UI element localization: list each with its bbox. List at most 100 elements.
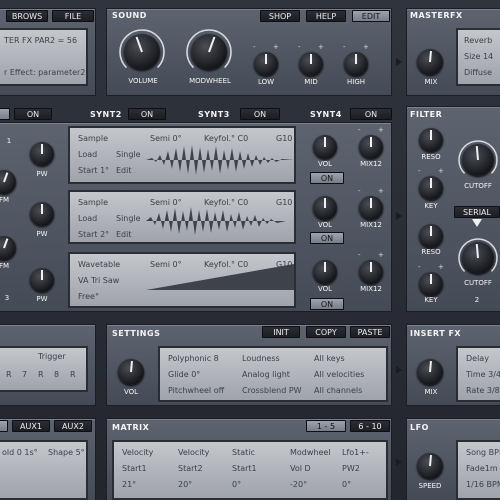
osc3-keyfol[interactable]: Keyfol.° C0 (204, 260, 248, 269)
high-knob-label: HIGH (346, 78, 366, 86)
synt1-tab[interactable] (0, 108, 10, 120)
osc1-keyfol[interactable]: Keyfol.° C0 (204, 134, 248, 143)
insertfx-mix-knob[interactable] (417, 359, 443, 385)
cutoff1-knob-label: CUTOFF (464, 182, 492, 190)
cutoff2-knob[interactable] (462, 242, 494, 274)
aux0-tab[interactable] (0, 420, 8, 432)
vol3-knob[interactable] (313, 196, 337, 220)
low-knob[interactable] (254, 52, 278, 76)
matrix-cell-0-0[interactable]: Velocity (122, 448, 153, 457)
osc1-range[interactable]: G10 (276, 134, 292, 143)
osc2-semi[interactable]: Semi 0° (150, 198, 182, 207)
osc2-edit[interactable]: Edit (116, 230, 132, 239)
matrix-cell-0-2[interactable]: 21° (122, 480, 136, 489)
matrix-cell-2-2[interactable]: 0° (232, 480, 241, 489)
mix12-4-knob[interactable] (359, 260, 383, 284)
modwheel-knob[interactable] (191, 34, 227, 70)
osc3-load[interactable]: VA Tri Saw (78, 276, 119, 285)
matrix-cell-2-0[interactable]: Static (232, 448, 255, 457)
key1-knob[interactable] (419, 176, 443, 200)
key2-knob-indicator (430, 274, 432, 284)
vol2-knob[interactable] (313, 135, 337, 159)
low-knob-plus-label: + (273, 43, 279, 51)
pw2-knob-indicator (41, 204, 43, 214)
synt1-on-button[interactable]: ON (14, 108, 52, 120)
osc2-start[interactable]: Start 2° (78, 230, 109, 239)
high-knob-indicator (355, 54, 357, 64)
osc1-type[interactable]: Sample (78, 134, 108, 143)
reso1-knob[interactable] (419, 128, 443, 152)
matrix-cell-0-1[interactable]: Start1 (122, 464, 147, 473)
pw1-knob[interactable] (30, 142, 54, 166)
osc2-type[interactable]: Sample (78, 198, 108, 207)
file-button[interactable]: FILE (52, 10, 94, 22)
matrix-cell-4-1[interactable]: PW2 (342, 464, 360, 473)
osc4-on-button[interactable]: ON (310, 298, 344, 310)
matrix-page-6-10[interactable]: 6 - 10 (350, 420, 390, 432)
matrix-cell-1-1[interactable]: Start2 (178, 464, 203, 473)
mix12-3-knob-minus-label: - (358, 187, 361, 195)
mix12-2-knob[interactable] (359, 135, 383, 159)
osc2-on-button[interactable]: ON (310, 172, 344, 184)
reso2-knob[interactable] (419, 224, 443, 248)
cutoff1-knob-indicator (475, 145, 479, 161)
paste-button[interactable]: PASTE (350, 326, 390, 338)
lfo-speed-knob[interactable] (417, 453, 443, 479)
pw2-knob[interactable] (30, 202, 54, 226)
aux1-button[interactable]: AUX1 (12, 420, 50, 432)
synt4-on-button[interactable]: ON (350, 108, 392, 120)
osc1-start[interactable]: Start 1° (78, 166, 109, 175)
mix12-3-knob[interactable] (359, 196, 383, 220)
volume-knob[interactable] (124, 34, 160, 70)
matrix-cell-2-1[interactable]: Start1 (232, 464, 257, 473)
synt2-on-button[interactable]: ON (128, 108, 166, 120)
matrix-cell-1-2[interactable]: 20° (178, 480, 192, 489)
edit-button[interactable]: EDIT (352, 10, 390, 22)
shop-button[interactable]: SHOP (260, 10, 300, 22)
osc3-type[interactable]: Wavetable (78, 260, 120, 269)
mix12-2-knob-label: MIX12 (360, 160, 382, 168)
aux2-button[interactable]: AUX2 (54, 420, 92, 432)
osc2-mode[interactable]: Single (116, 214, 141, 223)
settings-vol-knob[interactable] (118, 359, 144, 385)
copy-button[interactable]: COPY (306, 326, 346, 338)
key1-knob-indicator (430, 178, 432, 188)
masterfx-mix-knob[interactable] (417, 49, 443, 75)
vol4-knob-indicator (324, 262, 326, 272)
mid-knob[interactable] (299, 52, 323, 76)
matrix-cell-3-1[interactable]: Vol D (290, 464, 311, 473)
osc2-load[interactable]: Load (78, 214, 97, 223)
filter-arrow-icon (396, 212, 402, 220)
osc3-start[interactable]: Free° (78, 292, 99, 301)
matrix-cell-4-2[interactable]: 0° (342, 480, 351, 489)
osc1-semi[interactable]: Semi 0° (150, 134, 182, 143)
osc3-range[interactable]: G10 (276, 260, 292, 269)
masterfx-line-1: Reverb (464, 36, 493, 45)
osc1-edit[interactable]: Edit (116, 166, 132, 175)
osc2-range[interactable]: G10 (276, 198, 292, 207)
matrix-page-1-5[interactable]: 1 - 5 (306, 420, 346, 432)
matrix-cell-3-2[interactable]: -20° (290, 480, 307, 489)
fm1-knob-label: FM (0, 196, 10, 204)
cutoff1-knob[interactable] (462, 144, 494, 176)
synt3-on-button[interactable]: ON (240, 108, 280, 120)
matrix-cell-3-0[interactable]: Modwheel (290, 448, 331, 457)
osc3-semi[interactable]: Semi 0° (150, 260, 182, 269)
vol4-knob[interactable] (313, 260, 337, 284)
pw3-knob[interactable] (30, 268, 54, 292)
matrix-cell-1-0[interactable]: Velocity (178, 448, 209, 457)
help-button[interactable]: HELP (306, 10, 346, 22)
osc1-mode[interactable]: Single (116, 150, 141, 159)
lfo-display: Song BPM Fade1m 1/16 BPM (456, 440, 500, 500)
reso2-knob-indicator (430, 226, 432, 236)
key2-knob[interactable] (419, 272, 443, 296)
osc3-on-button[interactable]: ON (310, 232, 344, 244)
serial-button[interactable]: SERIAL (454, 206, 500, 218)
osc1-load[interactable]: Load (78, 150, 97, 159)
pw3-knob-label: PW (36, 295, 48, 303)
brows-button[interactable]: BROWS (6, 10, 48, 22)
osc2-keyfol[interactable]: Keyfol.° C0 (204, 198, 248, 207)
matrix-cell-4-0[interactable]: Lfo1+- (342, 448, 369, 457)
high-knob[interactable] (344, 52, 368, 76)
init-button[interactable]: INIT (262, 326, 300, 338)
